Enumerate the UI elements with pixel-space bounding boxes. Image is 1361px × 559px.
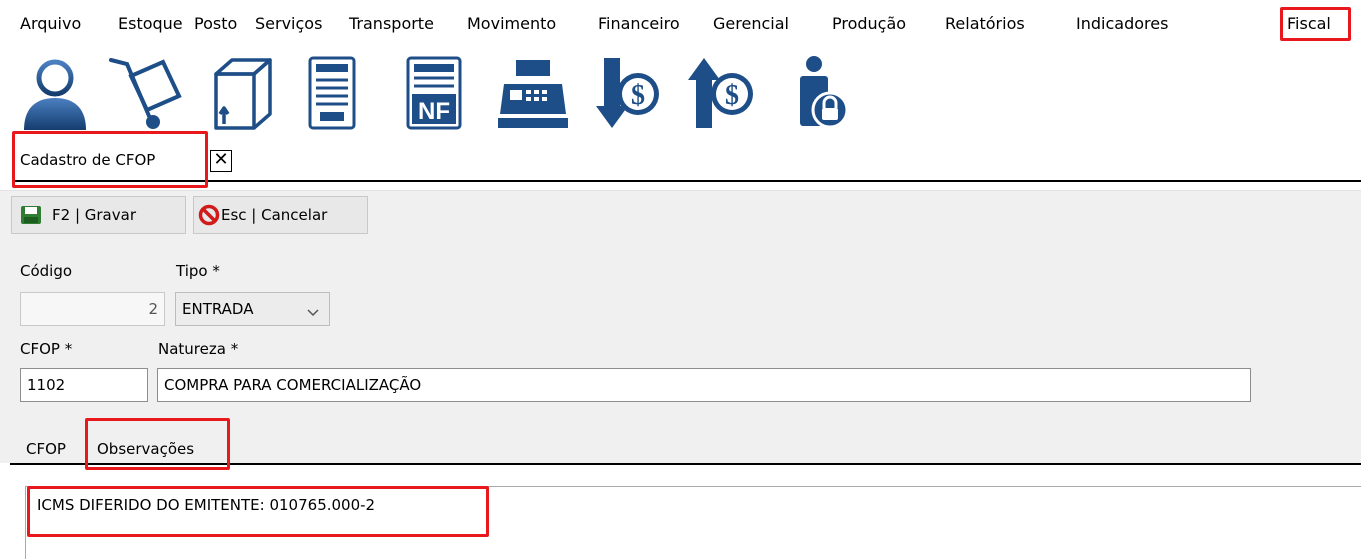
natureza-label: Natureza *: [158, 340, 239, 358]
cfop-field[interactable]: 1102: [20, 368, 148, 402]
svg-text:$: $: [631, 80, 645, 111]
tipo-label: Tipo *: [176, 262, 220, 280]
cfop-label: CFOP *: [20, 340, 73, 358]
person-lock-icon[interactable]: [790, 54, 850, 132]
cash-register-icon[interactable]: [496, 54, 570, 132]
menu-transporte[interactable]: Transporte: [349, 14, 434, 33]
save-button-label: F2 | Gravar: [52, 206, 136, 224]
menu-estoque[interactable]: Estoque: [118, 14, 183, 33]
dollar-down-icon[interactable]: $: [594, 54, 662, 132]
floppy-disk-icon: [20, 205, 42, 225]
svg-text:$: $: [725, 80, 739, 111]
menu-indicadores[interactable]: Indicadores: [1076, 14, 1168, 33]
nf-text: NF: [418, 98, 450, 125]
tipo-select[interactable]: ENTRADA: [175, 292, 330, 326]
chevron-down-icon: [307, 303, 319, 321]
user-icon[interactable]: [18, 54, 92, 132]
highlight-fiscal: [1280, 7, 1351, 41]
prohibited-icon: [198, 204, 220, 226]
nf-invoice-icon[interactable]: NF: [404, 54, 464, 132]
menu-relatorios[interactable]: Relatórios: [945, 14, 1025, 33]
menu-bar: Arquivo Estoque Posto Serviços Transport…: [0, 0, 1361, 42]
tipo-value: ENTRADA: [182, 300, 254, 318]
menu-arquivo[interactable]: Arquivo: [20, 14, 81, 33]
dollar-up-icon[interactable]: $: [686, 54, 756, 132]
save-button[interactable]: F2 | Gravar: [11, 196, 186, 234]
highlight-observacoes-text: [27, 486, 489, 537]
menu-gerencial[interactable]: Gerencial: [713, 14, 789, 33]
hand-truck-icon[interactable]: [105, 54, 187, 132]
cfop-value: 1102: [27, 376, 66, 394]
document-icon[interactable]: [306, 54, 358, 132]
codigo-field: 2: [20, 292, 165, 326]
highlight-tab: [12, 131, 208, 188]
menu-producao[interactable]: Produção: [832, 14, 906, 33]
highlight-observacoes-tab: [85, 418, 230, 470]
close-icon[interactable]: ✕: [210, 150, 232, 172]
tab-strip-line: [12, 180, 1361, 182]
menu-movimento[interactable]: Movimento: [467, 14, 556, 33]
codigo-value: 2: [148, 300, 158, 318]
natureza-value: COMPRA PARA COMERCIALIZAÇÃO: [164, 376, 422, 394]
cancel-button[interactable]: Esc | Cancelar: [193, 196, 368, 234]
codigo-label: Código: [20, 262, 73, 280]
menu-financeiro[interactable]: Financeiro: [598, 14, 680, 33]
box-icon[interactable]: [210, 54, 276, 132]
tab-cfop[interactable]: CFOP: [26, 440, 66, 458]
natureza-field[interactable]: COMPRA PARA COMERCIALIZAÇÃO: [157, 368, 1251, 402]
menu-servicos[interactable]: Serviços: [255, 14, 322, 33]
menu-posto[interactable]: Posto: [194, 14, 237, 33]
cancel-button-label: Esc | Cancelar: [221, 206, 328, 224]
